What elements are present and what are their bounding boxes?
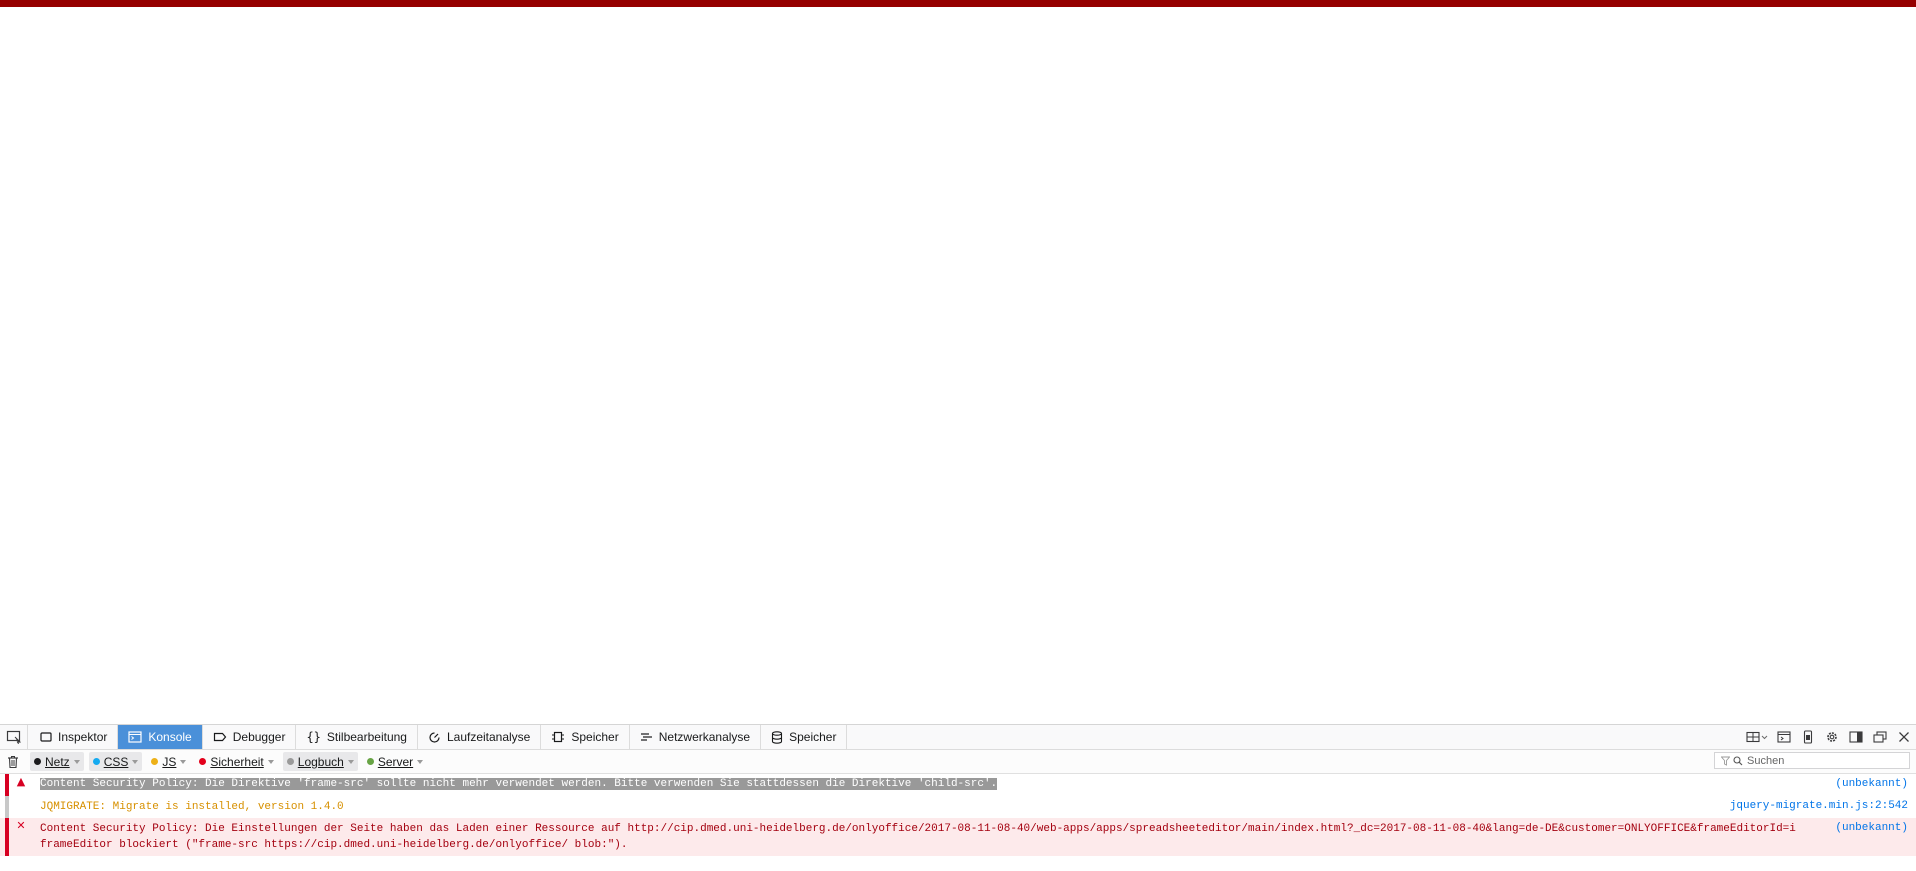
scratchpad-button[interactable] — [1772, 725, 1796, 749]
filter-css-button[interactable]: CSS — [88, 752, 143, 771]
element-picker-button[interactable] — [0, 725, 28, 749]
clear-console-button[interactable] — [4, 753, 22, 771]
filter-netz-button[interactable]: Netz — [30, 752, 84, 771]
severity-bar — [5, 774, 9, 796]
frames-button[interactable] — [1742, 725, 1772, 749]
performance-icon — [428, 731, 441, 744]
page-content-area — [0, 7, 1916, 724]
dock-side-button[interactable] — [1844, 725, 1868, 749]
filter-label: JS — [162, 754, 177, 769]
tab-inspektor[interactable]: Inspektor — [30, 725, 119, 749]
tab-label: Konsole — [148, 730, 192, 744]
filter-sicherheit-button[interactable]: Sicherheit — [195, 752, 277, 771]
devtools-toolbar: Inspektor Konsole Debugger {} Stilbearbe… — [0, 725, 1916, 750]
message-source-link[interactable]: (unbekannt) — [1835, 776, 1908, 792]
severity-bar — [5, 818, 9, 856]
close-devtools-button[interactable] — [1892, 725, 1916, 749]
tab-label: Laufzeitanalyse — [446, 730, 531, 744]
dock-side-icon — [1849, 731, 1863, 743]
frames-icon — [1746, 731, 1768, 743]
tab-speicher-storage[interactable]: Speicher — [761, 725, 848, 749]
chevron-down-icon — [180, 759, 187, 764]
filter-js-button[interactable]: JS — [147, 752, 190, 771]
console-output: ▲ Content Security Policy: Die Direktive… — [0, 774, 1916, 856]
filter-funnel-icon — [1721, 756, 1730, 766]
undock-window-button[interactable] — [1868, 725, 1892, 749]
page-top-accent-bar — [0, 0, 1916, 7]
responsive-design-icon — [1803, 730, 1813, 744]
message-text: JQMIGRATE: Migrate is installed, version… — [40, 801, 344, 813]
chevron-down-icon — [347, 759, 354, 764]
tab-debugger[interactable]: Debugger — [203, 725, 297, 749]
close-icon — [1899, 732, 1909, 742]
chevron-down-icon — [73, 759, 80, 764]
devtools-tabs: Inspektor Konsole Debugger {} Stilbearbe… — [30, 725, 848, 749]
inspector-icon — [40, 731, 52, 743]
element-picker-icon — [6, 730, 21, 744]
tab-speicher-memory[interactable]: Speicher — [541, 725, 630, 749]
console-message-warning[interactable]: ▲ Content Security Policy: Die Direktive… — [0, 774, 1916, 796]
tab-label: Netzwerkanalyse — [658, 730, 751, 744]
status-dot — [366, 758, 374, 765]
braces-icon: {} — [306, 730, 321, 744]
message-text: Content Security Policy: Die Direktive '… — [40, 778, 998, 790]
filter-label: Server — [377, 754, 414, 769]
filter-label: Sicherheit — [210, 754, 264, 769]
tab-konsole[interactable]: Konsole — [118, 725, 203, 749]
console-search-box — [1714, 752, 1910, 769]
search-icon — [1733, 755, 1743, 765]
message-text: Content Security Policy: Die Einstellung… — [40, 823, 1796, 851]
tab-stilbearbeitung[interactable]: {} Stilbearbeitung — [296, 725, 418, 749]
filter-label: Netz — [45, 754, 70, 769]
filter-buttons: Netz CSS JS Sicherheit Logbuch Server — [30, 752, 427, 771]
filter-label: CSS — [103, 754, 129, 769]
network-icon — [640, 731, 653, 743]
tab-label: Speicher — [789, 730, 837, 744]
undock-window-icon — [1873, 731, 1887, 743]
console-message-error[interactable]: ✕ Content Security Policy: Die Einstellu… — [0, 818, 1916, 856]
memory-chip-icon — [551, 731, 565, 743]
message-source-link[interactable]: jquery-migrate.min.js:2:542 — [1730, 798, 1908, 814]
storage-database-icon — [771, 730, 783, 744]
settings-gear-icon — [1827, 732, 1837, 742]
chevron-down-icon — [132, 759, 139, 764]
tab-label: Inspektor — [58, 730, 108, 744]
tab-netzwerkanalyse[interactable]: Netzwerkanalyse — [630, 725, 762, 749]
settings-button[interactable] — [1820, 725, 1844, 749]
tab-label: Stilbearbeitung — [326, 730, 407, 744]
status-dot — [151, 758, 159, 765]
chevron-down-icon — [417, 759, 424, 764]
trash-icon — [8, 756, 18, 769]
responsive-design-button[interactable] — [1796, 725, 1820, 749]
status-dot — [286, 758, 294, 765]
devtools-panel: Inspektor Konsole Debugger {} Stilbearbe… — [0, 724, 1916, 871]
filter-logbuch-button[interactable]: Logbuch — [282, 752, 358, 771]
debugger-icon — [213, 731, 227, 743]
filter-label: Logbuch — [297, 754, 344, 769]
console-message-log[interactable]: JQMIGRATE: Migrate is installed, version… — [0, 796, 1916, 818]
message-source-link[interactable]: (unbekannt) — [1835, 820, 1908, 836]
filter-server-button[interactable]: Server — [363, 752, 427, 771]
tab-label: Debugger — [232, 730, 286, 744]
chevron-down-icon — [267, 759, 274, 764]
console-icon — [128, 731, 142, 743]
tab-laufzeitanalyse[interactable]: Laufzeitanalyse — [418, 725, 542, 749]
status-dot — [199, 758, 207, 765]
status-dot — [34, 758, 41, 765]
scratchpad-icon — [1777, 731, 1791, 743]
toolbar-right-buttons — [1742, 725, 1916, 749]
severity-bar — [5, 796, 9, 818]
status-dot — [92, 758, 100, 765]
error-close-icon: ✕ — [16, 819, 26, 832]
console-filter-bar: Netz CSS JS Sicherheit Logbuch Server Su… — [0, 750, 1916, 774]
search-input[interactable] — [1747, 754, 1897, 767]
warning-icon: ▲ — [16, 775, 26, 788]
tab-label: Speicher — [571, 730, 619, 744]
